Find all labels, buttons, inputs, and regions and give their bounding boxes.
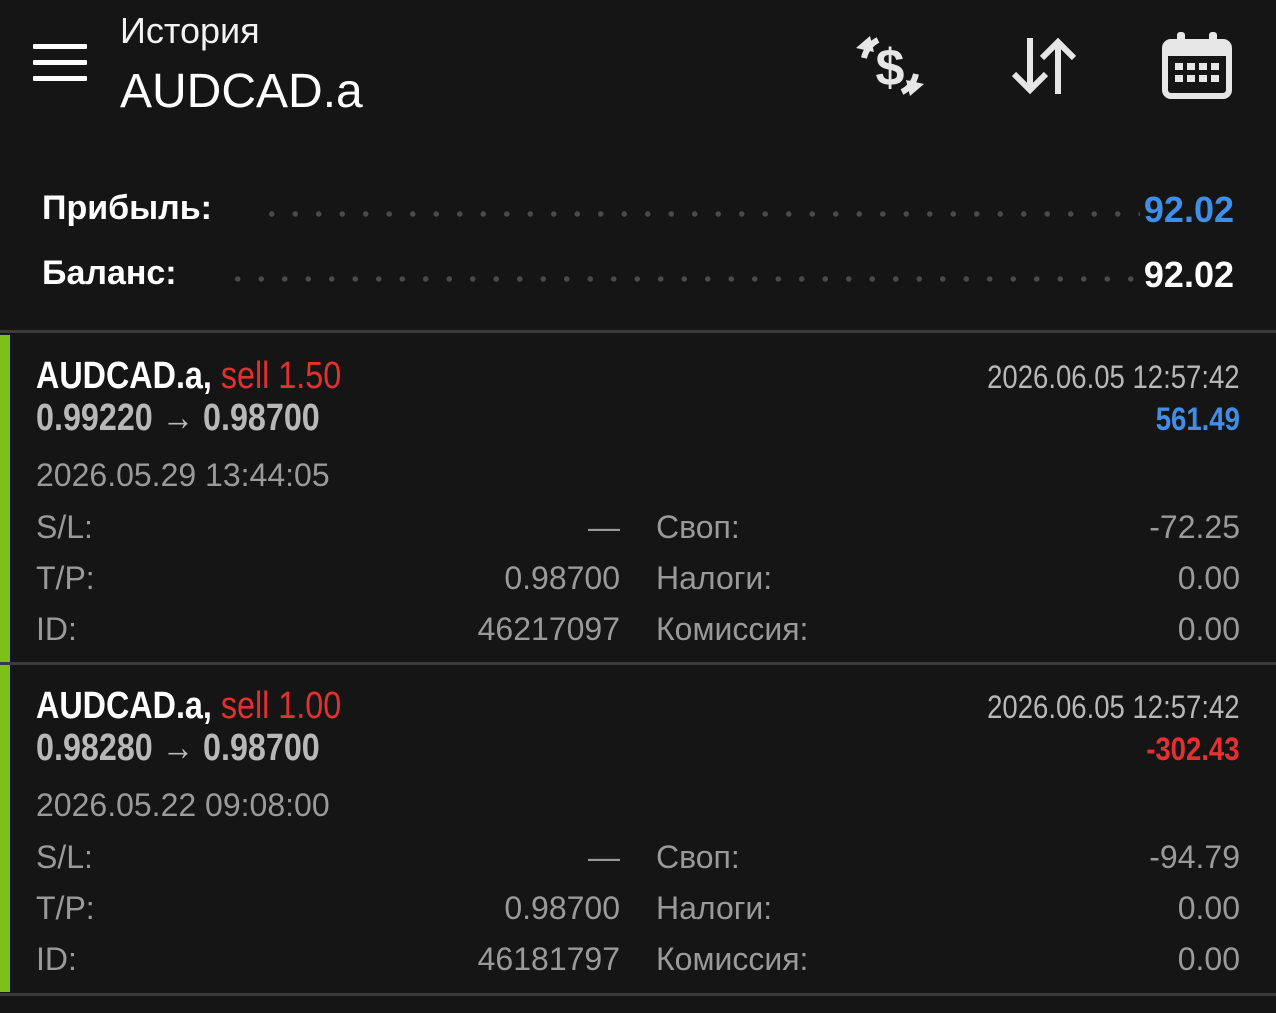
swap-label: Своп: bbox=[656, 509, 740, 545]
svg-text:$: $ bbox=[876, 39, 905, 97]
deal-profit: 561.49 bbox=[1155, 401, 1240, 437]
dotted-leader bbox=[226, 276, 1150, 282]
swap-value: -94.79 bbox=[1149, 839, 1240, 875]
menu-icon[interactable] bbox=[33, 44, 87, 84]
deal-close-time: 2026.06.05 12:57:42 bbox=[987, 689, 1240, 725]
tp-label: T/P: bbox=[36, 560, 95, 596]
page-title: AUDCAD.a bbox=[120, 65, 363, 118]
deal-profit: -302.43 bbox=[1146, 731, 1240, 767]
deal-status-bar bbox=[0, 665, 10, 992]
deal-item[interactable]: AUDCAD.a, sell 1.00 0.98280 → 0.98700 20… bbox=[0, 665, 1276, 992]
commission-value: 0.00 bbox=[1177, 941, 1240, 977]
deal-prices: 0.99220 → 0.98700 bbox=[36, 397, 320, 439]
taxes-label: Налоги: bbox=[656, 890, 773, 926]
dotted-leader bbox=[260, 211, 1140, 217]
sl-value: — bbox=[588, 839, 620, 875]
sl-label: S/L: bbox=[36, 839, 93, 875]
deal-status-bar bbox=[0, 335, 10, 662]
summary-profit-row: Прибыль: 92.02 bbox=[42, 183, 1234, 233]
swap-value: -72.25 bbox=[1149, 509, 1240, 545]
page-subtitle: История bbox=[120, 10, 260, 51]
deal-item[interactable]: AUDCAD.a, sell 1.50 0.99220 → 0.98700 20… bbox=[0, 335, 1276, 662]
balance-label: Баланс: bbox=[42, 254, 177, 292]
sort-arrows-icon[interactable] bbox=[1006, 28, 1082, 104]
commission-value: 0.00 bbox=[1177, 611, 1240, 647]
deal-close-time: 2026.06.05 12:57:42 bbox=[987, 359, 1240, 395]
taxes-label: Налоги: bbox=[656, 560, 773, 596]
deal-symbol: AUDCAD.a, sell 1.00 bbox=[36, 685, 342, 727]
id-value: 46217097 bbox=[477, 611, 620, 647]
id-value: 46181797 bbox=[477, 941, 620, 977]
divider bbox=[0, 330, 1276, 333]
commission-label: Комиссия: bbox=[656, 941, 809, 977]
divider bbox=[0, 993, 1276, 996]
commission-label: Комиссия: bbox=[656, 611, 809, 647]
tp-label: T/P: bbox=[36, 890, 95, 926]
deal-open-time: 2026.05.29 13:44:05 bbox=[36, 457, 330, 493]
calendar-icon[interactable] bbox=[1159, 28, 1235, 104]
id-label: ID: bbox=[36, 611, 77, 647]
profit-label: Прибыль: bbox=[42, 189, 212, 227]
deal-open-time: 2026.05.22 09:08:00 bbox=[36, 787, 330, 823]
summary-balance-row: Баланс: 92.02 bbox=[42, 248, 1234, 298]
deal-side: sell 1.00 bbox=[220, 685, 342, 727]
sl-value: — bbox=[588, 509, 620, 545]
taxes-value: 0.00 bbox=[1177, 560, 1240, 596]
deal-side: sell 1.50 bbox=[220, 355, 342, 397]
balance-value: 92.02 bbox=[1143, 254, 1234, 295]
tp-value: 0.98700 bbox=[504, 890, 620, 926]
id-label: ID: bbox=[36, 941, 77, 977]
deal-prices: 0.98280 → 0.98700 bbox=[36, 727, 320, 769]
profit-value: 92.02 bbox=[1143, 189, 1234, 230]
swap-label: Своп: bbox=[656, 839, 740, 875]
taxes-value: 0.00 bbox=[1177, 890, 1240, 926]
deal-symbol: AUDCAD.a, sell 1.50 bbox=[36, 355, 342, 397]
tp-value: 0.98700 bbox=[504, 560, 620, 596]
app-bar: История AUDCAD.a $ bbox=[0, 0, 1276, 150]
currency-exchange-icon[interactable]: $ bbox=[852, 28, 928, 104]
sl-label: S/L: bbox=[36, 509, 93, 545]
